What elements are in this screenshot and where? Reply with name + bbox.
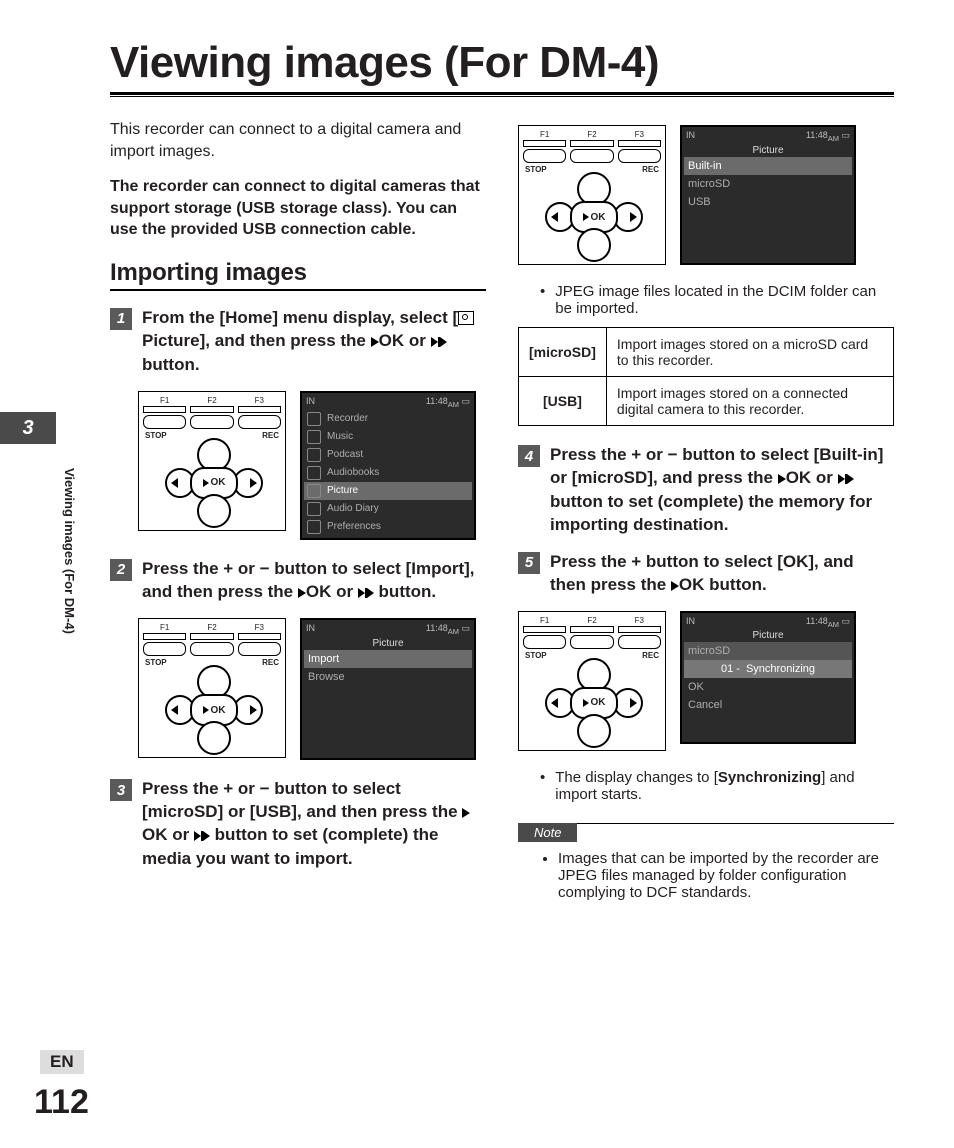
step-number: 1 [110, 308, 132, 330]
play-icon [671, 581, 679, 591]
section-heading: Importing images [110, 259, 486, 287]
divider [110, 96, 894, 97]
page-title: Viewing images (For DM-4) [110, 38, 894, 88]
step-text: Press the + or − button to select [micro… [142, 778, 486, 871]
play-icon [298, 588, 306, 598]
screen-picture-menu: IN11:48AM ▭ Picture Import Browse [300, 618, 476, 760]
fast-forward-icon [838, 468, 854, 491]
left-column: This recorder can connect to a digital c… [110, 119, 486, 905]
table-val: Import images stored on a connected digi… [606, 377, 893, 426]
intro-text: This recorder can connect to a digital c… [110, 119, 486, 162]
bullet-sync: The display changes to [Synchronizing] a… [540, 769, 894, 803]
step-3: 3 Press the + or − button to select [mic… [110, 778, 486, 871]
intro-bold: The recorder can connect to digital came… [110, 176, 486, 241]
step-4: 4 Press the + or − button to select [Bui… [518, 444, 894, 537]
fast-forward-icon [358, 582, 374, 605]
step-2: 2 Press the + or − button to select [Imp… [110, 558, 486, 605]
language-badge: EN [40, 1050, 84, 1074]
step-number: 5 [518, 552, 540, 574]
step-text: Press the + or − button to select [Built… [550, 444, 894, 537]
fast-forward-icon [194, 825, 210, 848]
table-val: Import images stored on a microSD card t… [606, 328, 893, 377]
play-icon [462, 808, 470, 818]
device-diagram: F1F2F3 STOPREC OK [138, 618, 286, 758]
page-number: 112 [34, 1083, 89, 1122]
note-list: Images that can be imported by the recor… [518, 850, 894, 901]
side-section-label: Viewing images (For DM-4) [62, 468, 77, 634]
divider [110, 92, 894, 95]
screen-sources: IN11:48AM ▭ Picture Built-in microSD USB [680, 125, 856, 265]
step-number: 4 [518, 445, 540, 467]
device-diagram: F1F2F3 STOPREC OK [518, 611, 666, 751]
right-column: F1F2F3 STOPREC OK IN11:48AM ▭ Picture Bu… [518, 119, 894, 905]
play-icon [371, 337, 379, 347]
chapter-tab: 3 [0, 412, 56, 444]
step-text: From the [Home] menu display, select [ P… [142, 307, 486, 377]
down-button [197, 494, 231, 528]
step-number: 2 [110, 559, 132, 581]
device-diagram: F1F2F3 STOPREC OK [138, 391, 286, 531]
play-icon [778, 474, 786, 484]
step-1: 1 From the [Home] menu display, select [… [110, 307, 486, 377]
picture-icon [458, 311, 474, 325]
bullet-dcim: JPEG image files located in the DCIM fol… [540, 283, 894, 317]
step-text: Press the + button to select [OK], and t… [550, 551, 894, 597]
table-key: [microSD] [519, 328, 607, 377]
step-number: 3 [110, 779, 132, 801]
note-item: Images that can be imported by the recor… [558, 850, 894, 901]
divider [110, 289, 486, 291]
step-5: 5 Press the + button to select [OK], and… [518, 551, 894, 597]
device-diagram: F1F2F3 STOPREC OK [518, 125, 666, 265]
options-table: [microSD]Import images stored on a micro… [518, 327, 894, 426]
screen-home-menu: IN11:48AM ▭ Recorder Music Podcast Audio… [300, 391, 476, 540]
table-key: [USB] [519, 377, 607, 426]
step-text: Press the + or − button to select [Impor… [142, 558, 486, 605]
note-label: Note [518, 823, 577, 842]
screen-synchronizing: IN11:48AM ▭ Picture microSD 01 - Synchro… [680, 611, 856, 745]
fast-forward-icon [431, 331, 447, 354]
